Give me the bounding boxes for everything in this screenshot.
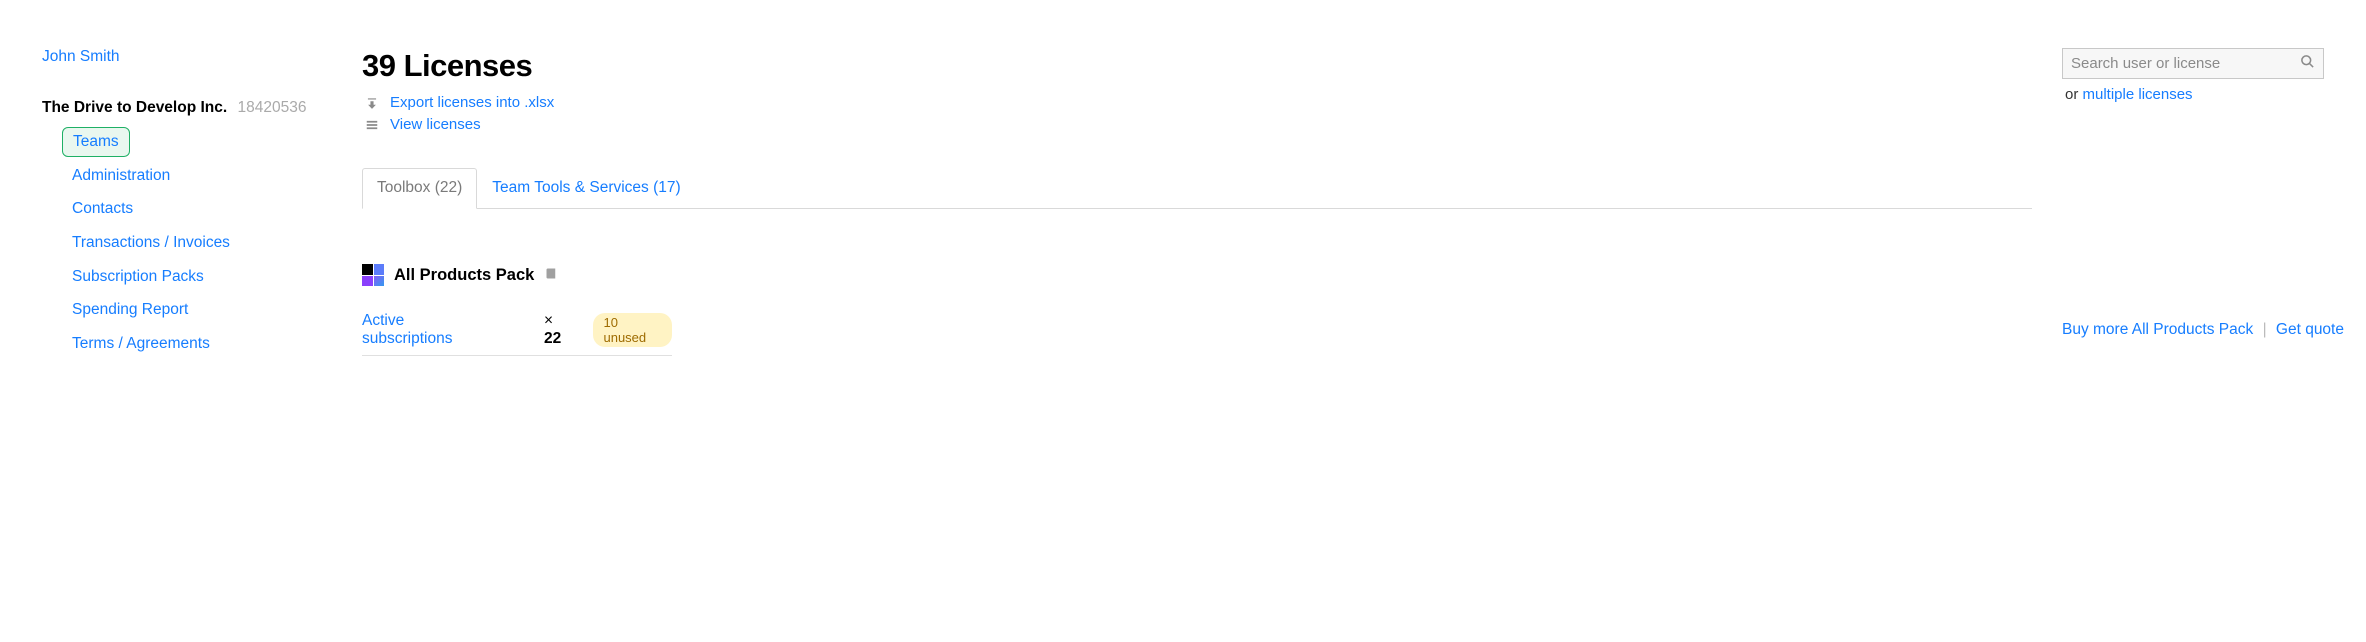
active-subscriptions-link[interactable]: Active subscriptions [362, 312, 494, 348]
product-name: All Products Pack [394, 266, 534, 285]
sidebar-item-teams[interactable]: Teams [62, 127, 130, 157]
unused-badge: 10 unused [593, 313, 672, 347]
sidebar-item-administration[interactable]: Administration [62, 159, 362, 193]
right-column: or multiple licenses Buy more All Produc… [2062, 48, 2324, 361]
multiple-licenses-link[interactable]: multiple licenses [2083, 86, 2193, 103]
sidebar-item-spending-report[interactable]: Spending Report [62, 293, 362, 327]
download-icon [364, 96, 380, 110]
product-icon [362, 264, 384, 286]
search-icon [2300, 54, 2315, 73]
sidebar-item-terms[interactable]: Terms / Agreements [62, 327, 362, 361]
separator: | [2263, 321, 2267, 338]
sidebar-item-subscription-packs[interactable]: Subscription Packs [62, 260, 362, 294]
export-licenses-link[interactable]: Export licenses into .xlsx [390, 94, 554, 111]
sidebar-item-contacts[interactable]: Contacts [62, 192, 362, 226]
buy-row: Buy more All Products Pack | Get quote [2062, 321, 2324, 339]
subscription-row: Active subscriptions × 22 10 unused [362, 312, 672, 356]
sidebar: John Smith The Drive to Develop Inc. 184… [42, 48, 362, 361]
search-sub-text: or multiple licenses [2062, 86, 2324, 103]
page-title: 39 Licenses [362, 48, 2032, 84]
org-id: 18420536 [238, 99, 307, 116]
sidebar-nav: Teams Administration Contacts Transactio… [42, 125, 362, 361]
export-row: Export licenses into .xlsx [362, 94, 2032, 111]
view-row: View licenses [362, 116, 2032, 133]
main-content: 39 Licenses Export licenses into .xlsx V… [362, 48, 2324, 361]
buy-more-link[interactable]: Buy more All Products Pack [2062, 321, 2253, 338]
list-icon [364, 118, 380, 132]
product-header: All Products Pack [362, 264, 2032, 286]
get-quote-link[interactable]: Get quote [2276, 321, 2344, 338]
subscription-count: × 22 [544, 312, 574, 348]
search-input[interactable] [2071, 55, 2294, 72]
tab-team-tools[interactable]: Team Tools & Services (17) [477, 168, 695, 208]
tab-toolbox[interactable]: Toolbox (22) [362, 168, 477, 209]
org-name: The Drive to Develop Inc. [42, 99, 227, 116]
org-row: The Drive to Develop Inc. 18420536 [42, 99, 362, 117]
search-box [2062, 48, 2324, 79]
book-icon [544, 266, 559, 285]
user-name-link[interactable]: John Smith [42, 48, 120, 65]
sidebar-item-transactions[interactable]: Transactions / Invoices [62, 226, 362, 260]
tabs: Toolbox (22) Team Tools & Services (17) [362, 168, 2032, 209]
view-licenses-link[interactable]: View licenses [390, 116, 481, 133]
